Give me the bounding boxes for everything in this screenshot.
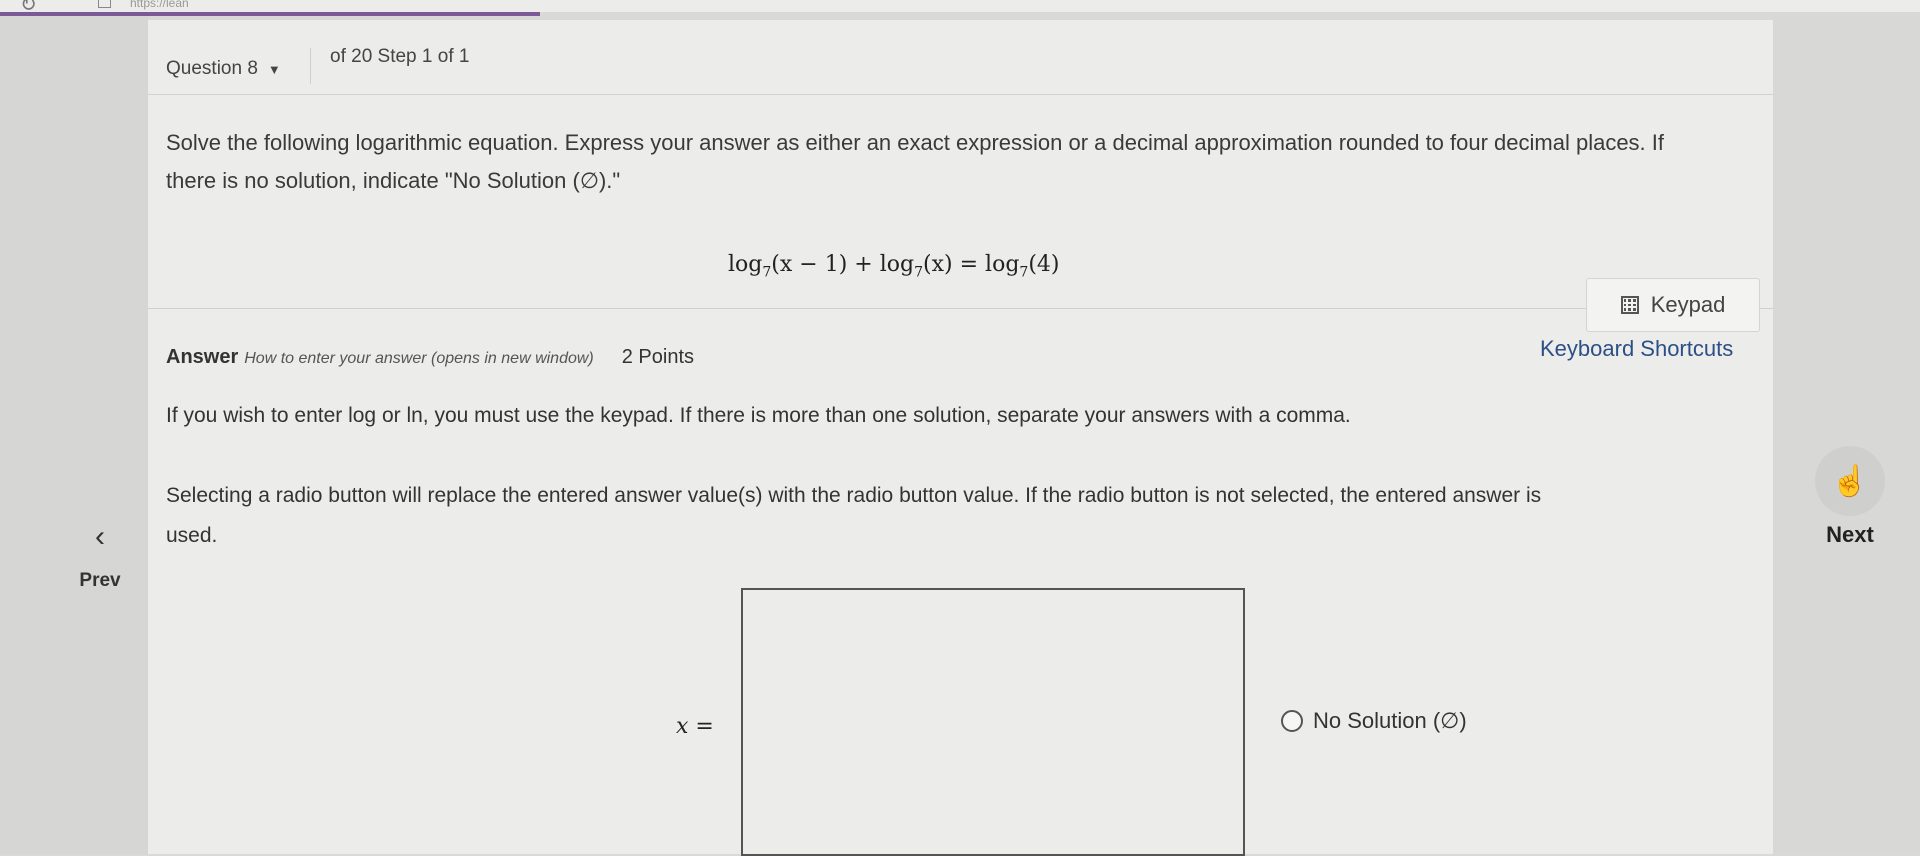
no-solution-label: No Solution (∅) <box>1313 708 1467 733</box>
browser-toolbar: ↻ https://lean <box>0 0 1920 16</box>
calculator-icon <box>1620 296 1639 314</box>
pointing-hand-icon: ☝ <box>1815 446 1885 516</box>
keypad-label: Keypad <box>1650 292 1726 317</box>
no-solution-radio[interactable] <box>1281 710 1303 732</box>
how-to-enter-answer-link[interactable]: How to enter your answer (opens in new w… <box>244 350 594 368</box>
variable-label: x = <box>676 714 714 739</box>
next-label: Next <box>1826 522 1874 547</box>
prev-label: Prev <box>79 570 121 591</box>
no-solution-option[interactable]: No Solution (∅) <box>1281 708 1467 734</box>
equation-term2-base: 7 <box>914 264 924 281</box>
equation-term2-fn: log <box>879 252 915 277</box>
question-header: Question 8 ▼ of 20 Step 1 of 1 <box>148 20 1773 95</box>
question-selector-label: Question 8 <box>166 58 258 79</box>
equation-equals: = <box>959 252 979 277</box>
equation-rhs-arg: (4) <box>1028 252 1060 277</box>
keyboard-shortcuts-link[interactable]: Keyboard Shortcuts <box>1540 336 1733 362</box>
header-divider <box>310 48 311 84</box>
question-prompt: Solve the following logarithmic equation… <box>166 130 1665 193</box>
keypad-instruction: If you wish to enter log or ln, you must… <box>166 404 1351 427</box>
url-bar[interactable]: https://lean <box>130 0 189 10</box>
equation-rhs-fn: log <box>985 252 1020 277</box>
question-panel: Question 8 ▼ of 20 Step 1 of 1 Solve the… <box>148 20 1773 856</box>
prev-button[interactable]: ‹ Prev <box>60 520 140 600</box>
question-selector[interactable]: Question 8 ▼ <box>166 58 281 80</box>
left-gutter <box>0 16 148 854</box>
equation-term1-fn: log <box>728 252 763 277</box>
radio-instruction: Selecting a radio button will replace th… <box>166 484 1542 547</box>
equation-term1-arg: (x − 1) <box>771 252 848 277</box>
caret-down-icon: ▼ <box>267 61 281 77</box>
equation-rhs-base: 7 <box>1019 264 1029 281</box>
answer-header: Answer How to enter your answer (opens i… <box>166 346 694 369</box>
answer-label: Answer <box>166 346 239 368</box>
keypad-button[interactable]: Keypad <box>1586 278 1760 332</box>
next-button[interactable]: ☝ Next <box>1790 446 1910 556</box>
equation-term2-arg: (x) <box>923 252 953 277</box>
tab-icon[interactable] <box>98 0 111 8</box>
chevron-left-icon: ‹ <box>95 520 105 553</box>
question-body: Solve the following logarithmic equation… <box>148 94 1773 309</box>
points-value: 2 Points <box>621 346 695 368</box>
right-gutter <box>1773 16 1920 854</box>
equation-term1-base: 7 <box>762 264 772 281</box>
equation: log7(x − 1) + log7(x) = log7(4) <box>728 252 1060 280</box>
answer-input[interactable] <box>741 588 1245 856</box>
question-progress: of 20 Step 1 of 1 <box>330 46 470 67</box>
equation-plus: + <box>854 252 873 277</box>
